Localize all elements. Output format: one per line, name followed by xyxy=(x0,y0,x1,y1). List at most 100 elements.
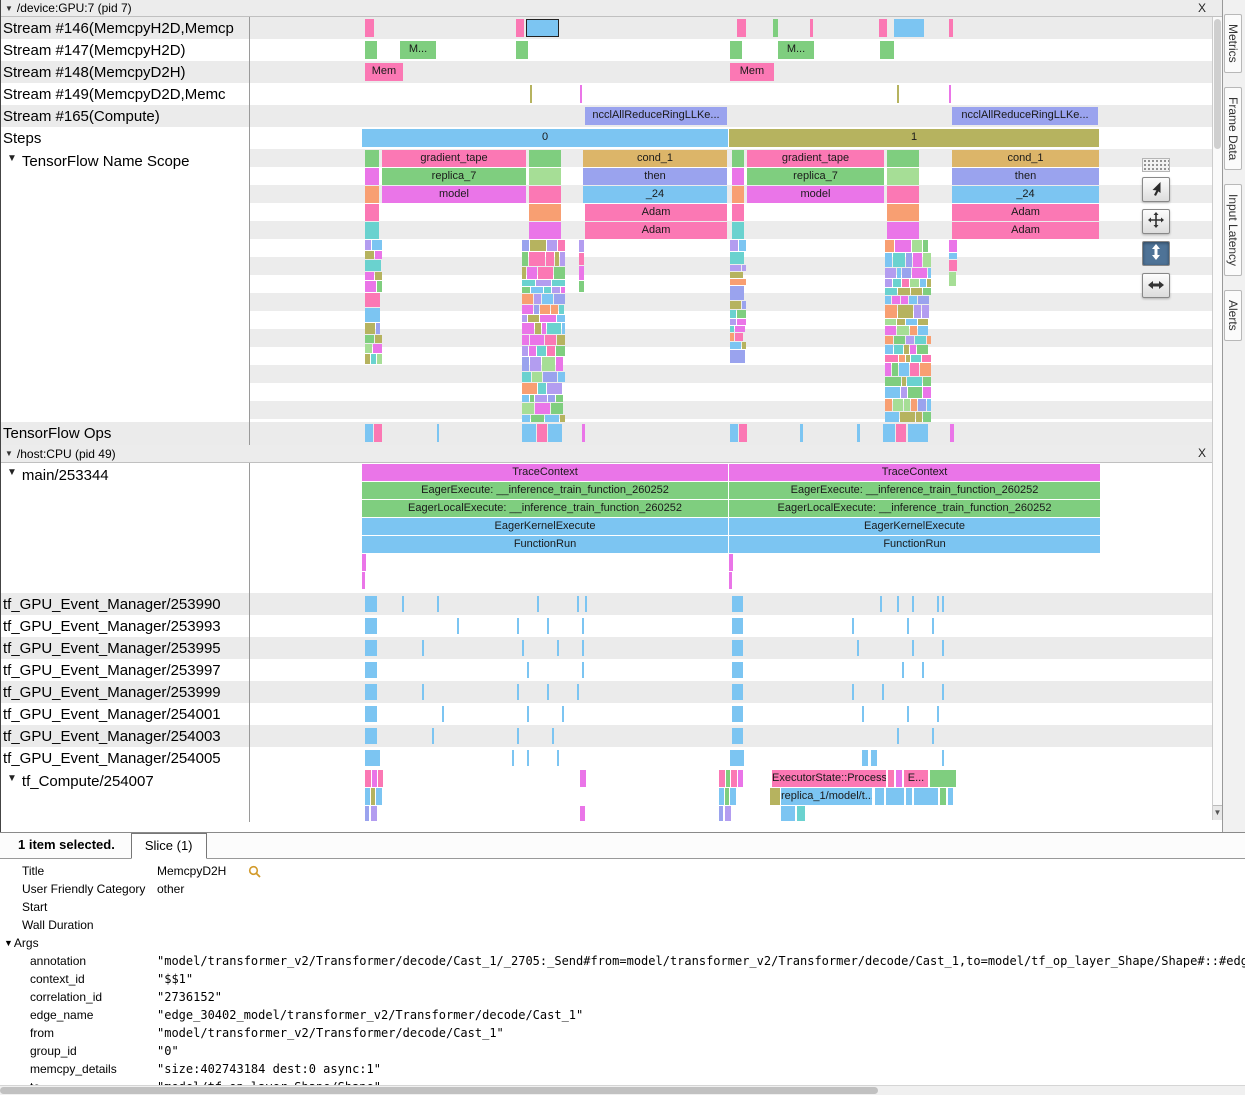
trace-slice[interactable] xyxy=(732,728,743,744)
horizontal-scrollbar-thumb[interactable] xyxy=(0,1087,878,1094)
trace-slice[interactable] xyxy=(737,19,746,37)
trace-slice[interactable] xyxy=(365,806,369,821)
trace-slice[interactable] xyxy=(732,186,744,203)
trace-slice[interactable] xyxy=(365,344,372,353)
trace-slice[interactable] xyxy=(885,240,894,252)
trace-slice[interactable] xyxy=(365,662,377,678)
trace-slice[interactable]: EagerLocalExecute: __inference_train_fun… xyxy=(729,500,1100,517)
trace-slice[interactable] xyxy=(557,335,565,345)
trace-slice[interactable]: Mem xyxy=(365,63,403,81)
trace-slice[interactable] xyxy=(562,706,564,722)
trace-slice[interactable] xyxy=(742,265,746,271)
trace-slice[interactable] xyxy=(422,640,424,656)
track-label-tf-compute[interactable]: ▼tf_Compute/254007 xyxy=(1,769,249,822)
trace-slice[interactable]: replica_1/model/t... xyxy=(781,788,872,805)
trace-slice[interactable]: model xyxy=(747,186,884,203)
trace-slice[interactable] xyxy=(556,395,563,402)
trace-slice[interactable] xyxy=(562,323,565,334)
trace-slice[interactable] xyxy=(517,684,519,700)
trace-slice[interactable] xyxy=(894,19,924,37)
collapse-arrow-icon[interactable]: ▼ xyxy=(4,938,13,948)
trace-slice[interactable] xyxy=(893,279,901,287)
trace-slice[interactable] xyxy=(527,706,529,722)
trace-slice[interactable]: Mem xyxy=(730,63,774,81)
trace-slice[interactable] xyxy=(522,287,530,293)
trace-slice[interactable] xyxy=(585,596,587,612)
trace-slice[interactable] xyxy=(912,640,914,656)
trace-slice[interactable] xyxy=(908,387,922,398)
trace-slice[interactable] xyxy=(773,19,778,37)
args-header[interactable]: ▼Args xyxy=(0,934,1245,952)
trace-slice[interactable] xyxy=(554,267,565,279)
trace-slice[interactable] xyxy=(730,252,744,264)
trace-slice[interactable] xyxy=(879,19,887,37)
trace-slice[interactable] xyxy=(907,706,909,722)
trace-slice[interactable] xyxy=(547,346,555,356)
trace-slice[interactable] xyxy=(545,335,556,345)
trace-slice[interactable] xyxy=(730,41,742,59)
trace-slice[interactable] xyxy=(529,346,536,356)
trace-slice[interactable] xyxy=(906,319,917,325)
trace-slice[interactable] xyxy=(730,265,741,271)
trace-slice[interactable] xyxy=(437,596,439,612)
trace-slice[interactable] xyxy=(535,395,547,402)
trace-slice[interactable] xyxy=(551,305,558,314)
trace-slice[interactable]: EagerKernelExecute xyxy=(362,518,728,535)
trace-slice[interactable] xyxy=(781,806,795,821)
collapse-arrow-icon[interactable]: ▼ xyxy=(7,467,17,478)
trace-slice[interactable] xyxy=(522,267,526,279)
trace-slice[interactable] xyxy=(365,293,380,307)
trace-slice[interactable] xyxy=(537,424,547,442)
trace-slice[interactable] xyxy=(922,662,924,678)
trace-slice[interactable] xyxy=(522,357,529,371)
trace-slice[interactable] xyxy=(732,150,744,167)
trace-slice[interactable] xyxy=(902,662,904,678)
trace-slice[interactable] xyxy=(942,684,944,700)
trace-slice[interactable] xyxy=(531,415,544,422)
trace-slice[interactable] xyxy=(522,294,533,304)
trace-slice[interactable] xyxy=(719,770,725,787)
trace-slice[interactable] xyxy=(365,240,371,250)
trace-slice[interactable] xyxy=(365,354,370,364)
track-canvas-em253995[interactable] xyxy=(249,637,1222,659)
trace-slice[interactable] xyxy=(916,412,922,422)
trace-slice[interactable] xyxy=(719,788,724,805)
trace-slice[interactable] xyxy=(732,168,744,185)
trace-slice[interactable] xyxy=(898,288,910,295)
trace-slice[interactable]: ExecutorState::Process xyxy=(772,770,886,787)
trace-slice[interactable] xyxy=(547,684,549,700)
trace-slice[interactable] xyxy=(432,728,434,744)
trace-slice[interactable] xyxy=(885,363,891,376)
horizontal-scrollbar[interactable] xyxy=(0,1085,1245,1095)
trace-slice[interactable] xyxy=(883,424,895,442)
trace-slice[interactable] xyxy=(897,596,899,612)
trace-slice[interactable] xyxy=(730,342,741,349)
track-canvas-em253999[interactable] xyxy=(249,681,1222,703)
trace-slice[interactable] xyxy=(530,357,541,371)
trace-slice[interactable] xyxy=(579,266,584,280)
trace-slice[interactable] xyxy=(557,315,565,322)
trace-slice[interactable] xyxy=(373,344,382,353)
trace-slice[interactable] xyxy=(732,618,743,634)
gpu-process-header[interactable]: ▼ /device:GPU:7 (pid 7) X xyxy=(1,0,1222,17)
trace-slice[interactable] xyxy=(923,377,931,386)
trace-slice[interactable] xyxy=(902,279,909,287)
trace-slice[interactable] xyxy=(542,294,553,304)
trace-slice[interactable] xyxy=(530,240,546,251)
trace-slice[interactable] xyxy=(927,336,931,344)
trace-slice[interactable] xyxy=(732,706,743,722)
trace-slice[interactable] xyxy=(923,387,931,398)
trace-slice[interactable] xyxy=(923,412,931,422)
trace-slice[interactable] xyxy=(365,204,379,221)
track-canvas-em254005[interactable] xyxy=(249,747,1222,769)
trace-slice[interactable] xyxy=(900,412,915,422)
trace-slice[interactable] xyxy=(422,684,424,700)
trace-slice[interactable] xyxy=(871,750,877,766)
track-canvas-em253990[interactable] xyxy=(249,593,1222,615)
trace-slice[interactable] xyxy=(547,323,561,334)
trace-slice[interactable] xyxy=(522,383,537,394)
trace-slice[interactable] xyxy=(770,788,780,805)
trace-slice[interactable] xyxy=(742,342,746,349)
trace-slice[interactable] xyxy=(899,363,909,376)
track-canvas-tf-ops[interactable] xyxy=(249,422,1222,445)
